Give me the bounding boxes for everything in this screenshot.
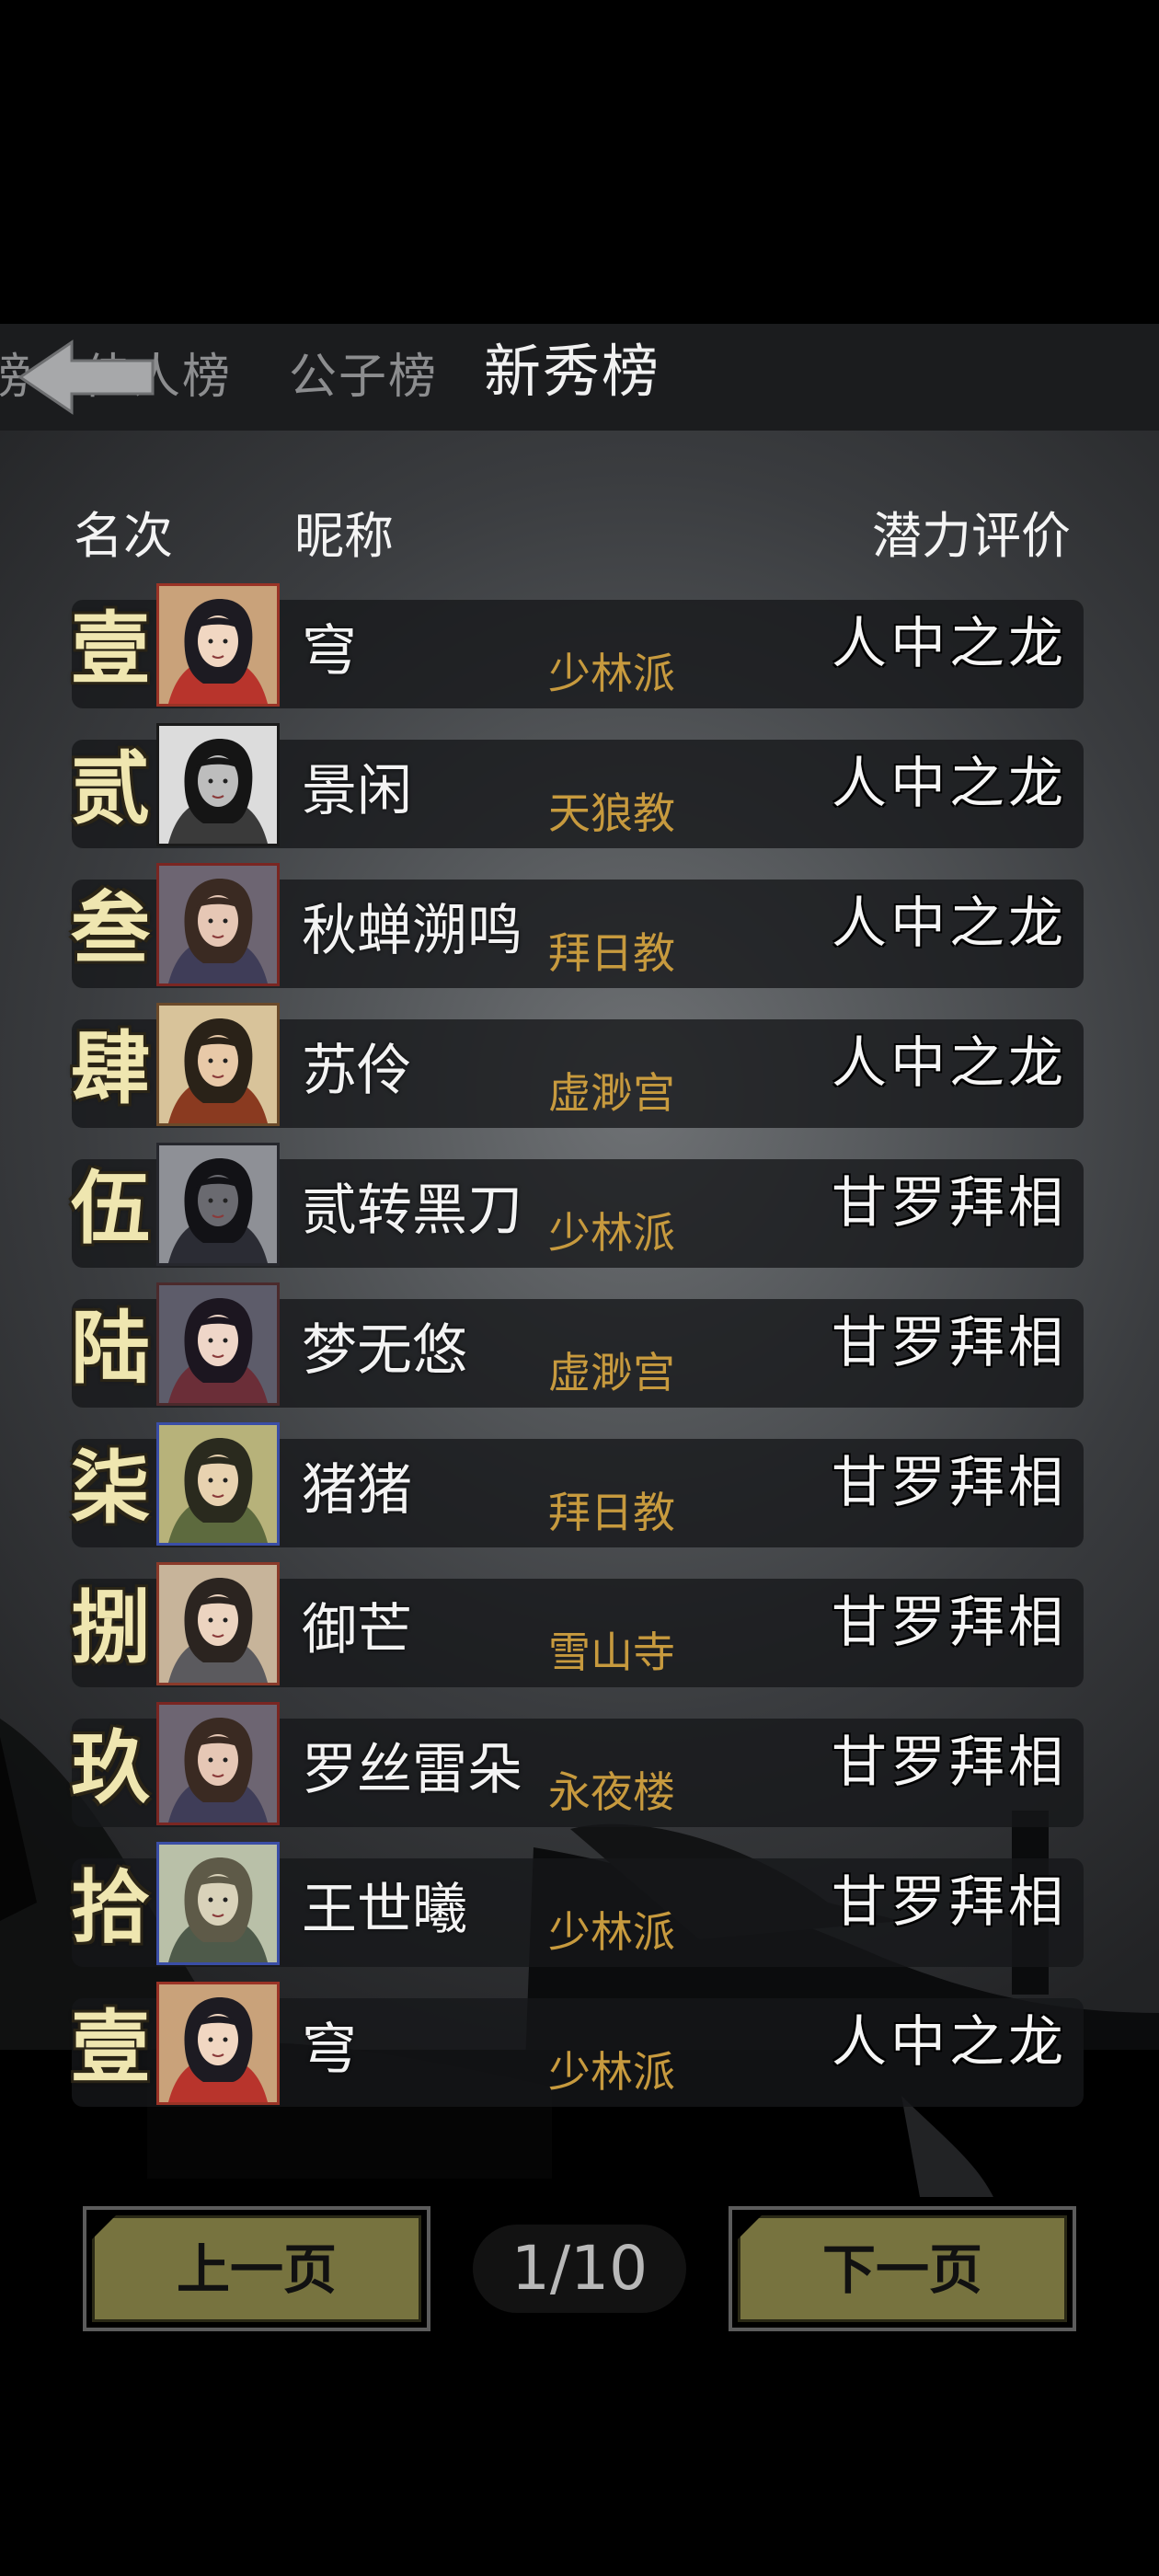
avatar-scholar-woman[interactable] [156, 1422, 280, 1546]
back-button[interactable] [15, 339, 162, 416]
potential-rating: 甘罗拜相 [832, 1311, 1067, 1375]
next-page-button[interactable]: 下一页 [729, 2206, 1076, 2331]
player-sect: 天狼教 [548, 788, 675, 838]
ranking-row[interactable]: 壹 穹 少林派 人中之龙 [0, 1982, 1159, 2110]
rank-number: 柒 [71, 1442, 150, 1535]
rank-number: 肆 [71, 1022, 150, 1115]
player-sect: 虚渺宫 [548, 1068, 675, 1118]
avatar-warrior-woman-red[interactable] [156, 1982, 280, 2105]
ranking-row[interactable]: 捌 御芒 雪山寺 甘罗拜相 [0, 1562, 1159, 1691]
player-sect: 虚渺宫 [548, 1348, 675, 1397]
potential-rating: 甘罗拜相 [832, 1870, 1067, 1935]
player-sect: 拜日教 [548, 928, 675, 978]
player-sect: 永夜楼 [548, 1767, 675, 1817]
avatar-winged-woman[interactable] [156, 1562, 280, 1685]
potential-rating: 人中之龙 [832, 2010, 1067, 2075]
rank-number: 壹 [71, 603, 150, 696]
potential-rating: 人中之龙 [832, 891, 1067, 956]
ranking-row[interactable]: 拾 王世曦 少林派 甘罗拜相 [0, 1842, 1159, 1971]
player-sect: 拜日教 [548, 1488, 675, 1537]
avatar-flower-woman[interactable] [156, 1282, 280, 1406]
player-nickname: 梦无悠 [302, 1318, 467, 1383]
ranking-row[interactable]: 柒 猪猪 拜日教 甘罗拜相 [0, 1422, 1159, 1551]
avatar-archer-woman[interactable] [156, 1702, 280, 1825]
player-nickname: 苏伶 [302, 1039, 412, 1103]
avatar-warrior-woman-red[interactable] [156, 583, 280, 707]
potential-rating: 甘罗拜相 [832, 1171, 1067, 1236]
name-column-header: 昵称 [294, 507, 394, 565]
potential-rating: 人中之龙 [832, 752, 1067, 816]
avatar-helmet-warrior[interactable] [156, 1003, 280, 1126]
player-sect: 雪山寺 [548, 1627, 675, 1677]
player-sect: 少林派 [548, 2047, 675, 2097]
avatar-dark-blade[interactable] [156, 1143, 280, 1266]
player-nickname: 穹 [302, 619, 357, 684]
potential-rating: 甘罗拜相 [832, 1591, 1067, 1655]
player-nickname: 穹 [302, 2018, 357, 2082]
player-nickname: 猪猪 [302, 1458, 412, 1523]
rank-number: 壹 [71, 2001, 150, 2094]
player-nickname: 贰转黑刀 [302, 1179, 522, 1243]
ranking-row[interactable]: 壹 穹 少林派 人中之龙 [0, 583, 1159, 712]
potential-rating: 甘罗拜相 [832, 1731, 1067, 1795]
rating-column-header: 潜力评价 [872, 507, 1071, 565]
potential-rating: 人中之龙 [832, 612, 1067, 676]
rank-number: 伍 [71, 1162, 150, 1255]
ranking-row[interactable]: 肆 苏伶 虚渺宫 人中之龙 [0, 1003, 1159, 1132]
page-indicator: 1/10 [473, 2225, 686, 2313]
player-sect: 少林派 [548, 649, 675, 698]
avatar-horse[interactable] [156, 1842, 280, 1965]
ranking-row[interactable]: 陆 梦无悠 虚渺宫 甘罗拜相 [0, 1282, 1159, 1411]
player-nickname: 御芒 [302, 1598, 412, 1662]
leaderboard-screen: 榜 佳人榜 公子榜 新秀榜 名次 昵称 潜力评价 壹穹少林派 人中之龙贰景闲 天狼教… [0, 0, 1159, 2576]
rank-number: 拾 [71, 1861, 150, 1954]
potential-rating: 甘罗拜相 [832, 1451, 1067, 1515]
player-nickname: 秋蝉溯鸣 [302, 899, 522, 963]
avatar-ink-swordsman[interactable] [156, 723, 280, 846]
rank-number: 陆 [71, 1302, 150, 1395]
tab-newcomer-ranking[interactable]: 新秀榜 [484, 335, 660, 408]
tab-gentleman-ranking[interactable]: 公子榜 [289, 340, 438, 414]
player-nickname: 罗丝雷朵 [302, 1738, 522, 1802]
rank-column-header: 名次 [74, 507, 173, 565]
back-arrow-icon [17, 339, 155, 415]
player-nickname: 王世曦 [302, 1878, 467, 1942]
rank-number: 贰 [71, 742, 150, 835]
player-sect: 少林派 [548, 1208, 675, 1258]
ranking-row[interactable]: 伍 贰转黑刀 少林派 甘罗拜相 [0, 1143, 1159, 1271]
rank-number: 叁 [71, 882, 150, 975]
avatar-archer-woman[interactable] [156, 863, 280, 986]
potential-rating: 人中之龙 [832, 1031, 1067, 1096]
rank-number: 玖 [71, 1721, 150, 1814]
prev-page-label: 上一页 [176, 2238, 337, 2301]
player-sect: 少林派 [548, 1907, 675, 1957]
rank-number: 捌 [71, 1581, 150, 1674]
player-nickname: 景闲 [302, 759, 412, 823]
ranking-row[interactable]: 玖 罗丝雷朵 永夜楼 甘罗拜相 [0, 1702, 1159, 1831]
next-page-label: 下一页 [821, 2238, 982, 2301]
ranking-row[interactable]: 叁 秋蝉溯鸣 拜日教 人中之龙 [0, 863, 1159, 992]
ranking-row[interactable]: 贰 景闲 天狼教 人中之龙 [0, 723, 1159, 852]
prev-page-button[interactable]: 上一页 [83, 2206, 430, 2331]
